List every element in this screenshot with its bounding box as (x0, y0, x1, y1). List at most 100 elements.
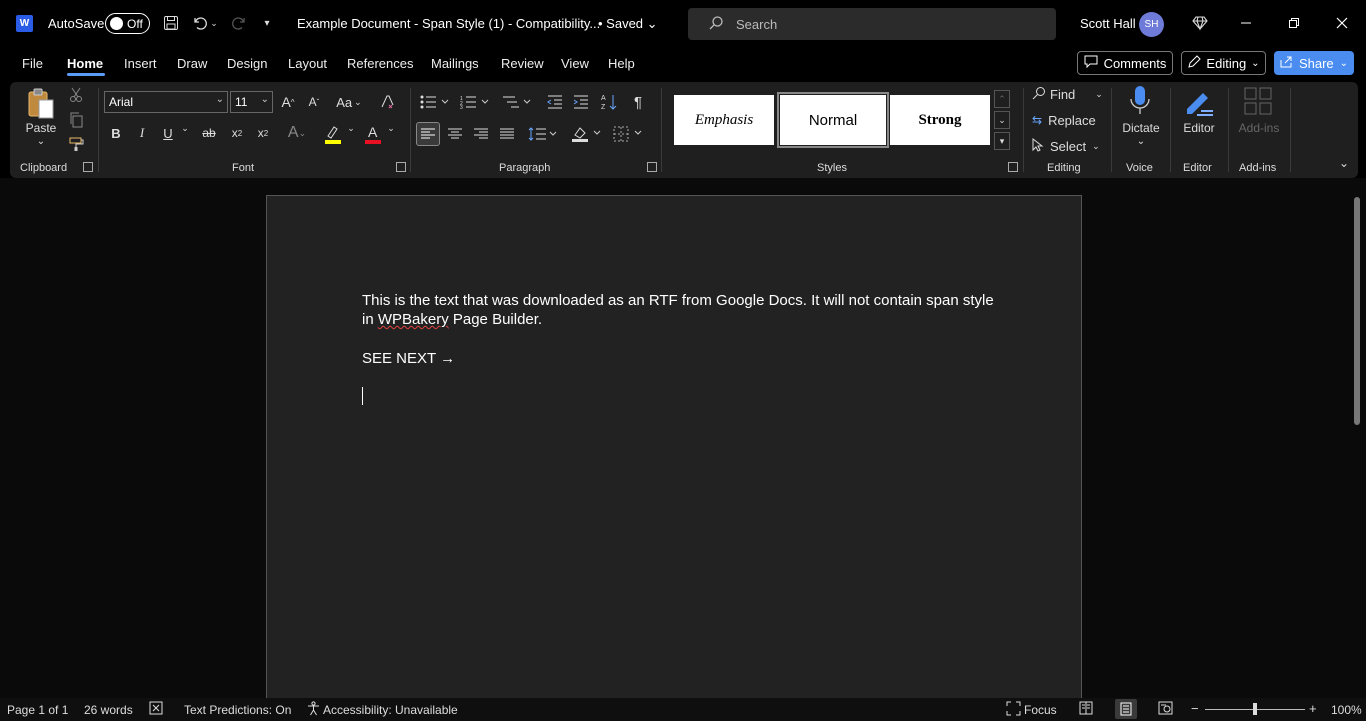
align-center-icon[interactable] (444, 122, 466, 146)
tab-design[interactable]: Design (227, 56, 267, 71)
tab-insert[interactable]: Insert (124, 56, 157, 71)
numbering-icon[interactable]: 123 (458, 91, 492, 113)
zoom-out-icon[interactable]: − (1191, 701, 1199, 716)
search-box[interactable]: Search (688, 8, 1056, 40)
style-normal[interactable]: Normal (777, 92, 889, 148)
proofing-icon[interactable] (149, 701, 165, 719)
select-button[interactable]: Select ⌄ (1032, 136, 1100, 156)
decrease-indent-icon[interactable] (544, 91, 566, 113)
shading-icon[interactable] (570, 122, 604, 146)
vertical-scrollbar[interactable] (1354, 197, 1360, 425)
change-case-button[interactable]: Aa ⌄ (332, 91, 366, 113)
font-size-combo[interactable]: 11 ⌄ (230, 91, 273, 113)
dictate-label[interactable]: Dictate (1118, 121, 1164, 135)
show-formatting-marks-icon[interactable]: ¶ (628, 91, 648, 113)
zoom-slider-thumb[interactable] (1253, 703, 1257, 715)
font-color-icon[interactable]: A (362, 122, 384, 146)
focus-icon[interactable] (1006, 701, 1021, 719)
paste-label[interactable]: Paste (26, 121, 57, 135)
read-mode-icon[interactable] (1079, 701, 1093, 718)
superscript-icon[interactable]: x2 (252, 122, 274, 144)
tab-review[interactable]: Review (501, 56, 544, 71)
replace-button[interactable]: ⇆ Replace (1032, 110, 1096, 130)
tab-view[interactable]: View (561, 56, 589, 71)
strikethrough-icon[interactable]: ab (198, 122, 220, 144)
web-layout-icon[interactable] (1158, 701, 1173, 718)
diamond-icon[interactable] (1189, 12, 1211, 34)
multilevel-list-icon[interactable] (500, 91, 534, 113)
find-button[interactable]: Find ⌄ (1032, 84, 1103, 104)
text-effects-icon[interactable]: A ⌄ (280, 122, 314, 144)
borders-icon[interactable] (610, 122, 646, 146)
autosave-toggle[interactable]: Off (105, 13, 150, 34)
tab-references[interactable]: References (347, 56, 413, 71)
clipboard-launcher-icon[interactable] (83, 162, 93, 172)
document-paragraph-1-line-2[interactable]: in WPBakery Page Builder. (362, 310, 542, 329)
style-emphasis[interactable]: Emphasis (674, 95, 774, 145)
line-spacing-icon[interactable] (526, 122, 560, 146)
style-strong[interactable]: Strong (890, 95, 990, 145)
font-launcher-icon[interactable] (396, 162, 406, 172)
save-icon[interactable] (160, 12, 182, 34)
align-right-icon[interactable] (470, 122, 492, 146)
tab-file[interactable]: File (22, 56, 43, 71)
comments-button[interactable]: Comments (1077, 51, 1173, 75)
font-name-combo[interactable]: Arial ⌄ (104, 91, 228, 113)
document-title[interactable]: Example Document - Span Style (1) - Comp… (297, 16, 600, 31)
paste-icon[interactable] (26, 86, 56, 120)
focus-label[interactable]: Focus (1024, 703, 1057, 717)
zoom-level[interactable]: 100% (1331, 703, 1362, 717)
microphone-icon[interactable] (1126, 84, 1154, 118)
undo-dropdown-icon[interactable]: ⌄ (207, 12, 221, 34)
close-icon[interactable] (1331, 12, 1353, 34)
document-paragraph-1-line-1[interactable]: This is the text that was downloaded as … (362, 291, 994, 310)
avatar[interactable]: SH (1139, 12, 1164, 37)
justify-icon[interactable] (496, 122, 518, 146)
sort-icon[interactable]: AZ (598, 91, 620, 113)
document-paragraph-2[interactable]: SEE NEXT → (362, 349, 455, 368)
subscript-icon[interactable]: x2 (226, 122, 248, 144)
document-page[interactable] (266, 195, 1082, 705)
text-predictions-status[interactable]: Text Predictions: On (184, 703, 291, 717)
clear-formatting-icon[interactable] (377, 91, 399, 113)
chevron-down-icon[interactable]: ⌄ (344, 123, 358, 134)
styles-scroll-up-icon[interactable]: ⌃ (994, 90, 1010, 108)
zoom-in-icon[interactable]: + (1309, 701, 1317, 716)
copy-icon[interactable] (66, 110, 86, 130)
editor-label[interactable]: Editor (1176, 121, 1222, 135)
user-name[interactable]: Scott Hall (1080, 16, 1136, 31)
editing-mode-button[interactable]: Editing ⌄ (1181, 51, 1266, 75)
grow-font-icon[interactable]: A ^ (278, 91, 298, 113)
page-count[interactable]: Page 1 of 1 (7, 703, 68, 717)
italic-icon[interactable]: I (132, 122, 152, 144)
chevron-down-icon[interactable]: ⌄ (34, 136, 48, 147)
add-ins-icon[interactable] (1242, 84, 1274, 118)
format-painter-icon[interactable] (66, 134, 86, 154)
styles-more-icon[interactable]: ▾ (994, 132, 1010, 150)
underline-icon[interactable]: U (158, 122, 178, 144)
editor-icon[interactable] (1182, 84, 1216, 118)
paragraph-launcher-icon[interactable] (647, 162, 657, 172)
accessibility-status[interactable]: Accessibility: Unavailable (323, 703, 458, 717)
tab-layout[interactable]: Layout (288, 56, 327, 71)
chevron-down-icon[interactable]: ⌄ (1134, 136, 1148, 147)
bullets-icon[interactable] (418, 91, 452, 113)
increase-indent-icon[interactable] (570, 91, 592, 113)
align-left-icon[interactable] (416, 122, 440, 146)
highlight-color-icon[interactable] (322, 122, 344, 146)
save-status[interactable]: • Saved ⌄ (598, 16, 658, 32)
bold-icon[interactable]: B (106, 122, 126, 144)
restore-icon[interactable] (1283, 12, 1305, 34)
tab-help[interactable]: Help (608, 56, 635, 71)
styles-launcher-icon[interactable] (1008, 162, 1018, 172)
tab-draw[interactable]: Draw (177, 56, 207, 71)
customize-toolbar-icon[interactable]: ▾ (256, 12, 278, 34)
word-count[interactable]: 26 words (84, 703, 133, 717)
print-layout-icon[interactable] (1115, 699, 1137, 719)
minimize-icon[interactable] (1235, 12, 1257, 34)
add-ins-button-label[interactable]: Add-ins (1234, 121, 1284, 135)
shrink-font-icon[interactable]: Aˇ (304, 91, 324, 113)
share-button[interactable]: Share ⌄ (1274, 51, 1354, 75)
collapse-ribbon-icon[interactable]: ⌄ (1334, 156, 1354, 170)
redo-icon[interactable] (228, 12, 250, 34)
